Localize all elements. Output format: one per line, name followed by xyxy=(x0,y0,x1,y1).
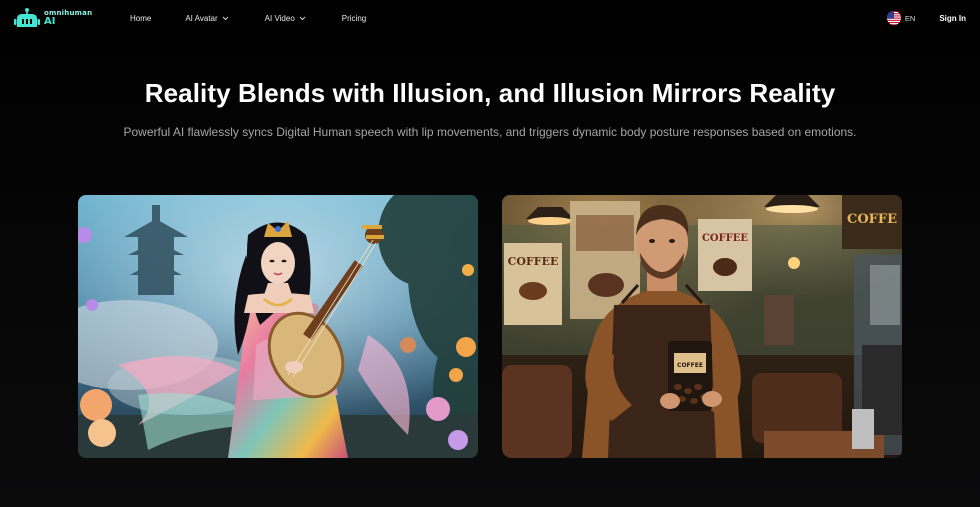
main-nav: Home AI Avatar AI Video Pricing xyxy=(130,14,366,23)
coffee-bag-label: COFFEE xyxy=(677,362,703,369)
poster-text-2: COFFEE xyxy=(702,233,748,244)
us-flag-icon xyxy=(886,11,901,25)
hero-title: Reality Blends with Illusion, and Illusi… xyxy=(144,78,836,108)
page: omnihuman AI Home AI Avatar AI Video Pri… xyxy=(0,0,980,507)
chevron-down-icon xyxy=(222,16,229,20)
nav-pricing-label: Pricing xyxy=(341,13,367,23)
barista-coffee-image: COFFEE COFFEE COFFE COFFEE xyxy=(502,195,902,458)
showcase-card-fantasy[interactable] xyxy=(78,195,478,458)
nav-ai-avatar-menu[interactable]: AI Avatar xyxy=(185,13,229,23)
poster-text-1: COFFEE xyxy=(508,255,559,268)
language-label: EN xyxy=(904,13,916,23)
top-navbar: omnihuman AI Home AI Avatar AI Video Pri… xyxy=(0,0,980,36)
logo-wordmark-bottom: AI xyxy=(44,15,56,27)
nav-pricing-link[interactable]: Pricing xyxy=(342,14,366,23)
sign-in-button[interactable]: Sign In xyxy=(939,14,966,23)
nav-ai-video-menu[interactable]: AI Video xyxy=(265,14,306,23)
chevron-down-icon xyxy=(299,16,306,20)
nav-home-label: Home xyxy=(130,13,152,23)
nav-ai-avatar-label: AI Avatar xyxy=(185,13,218,23)
language-selector[interactable]: EN xyxy=(886,11,916,25)
nav-ai-video-label: AI Video xyxy=(264,13,295,23)
hero-subtitle: Powerful AI flawlessly syncs Digital Hum… xyxy=(123,125,857,139)
nav-home-link[interactable]: Home xyxy=(130,14,151,23)
robot-logo-icon xyxy=(14,8,40,27)
poster-text-3: COFFE xyxy=(847,212,897,227)
showcase-card-barista[interactable]: COFFEE COFFEE COFFE COFFEE xyxy=(502,195,902,458)
brand-logo[interactable]: omnihuman AI xyxy=(14,7,104,29)
fantasy-pipa-player-image xyxy=(78,195,478,458)
